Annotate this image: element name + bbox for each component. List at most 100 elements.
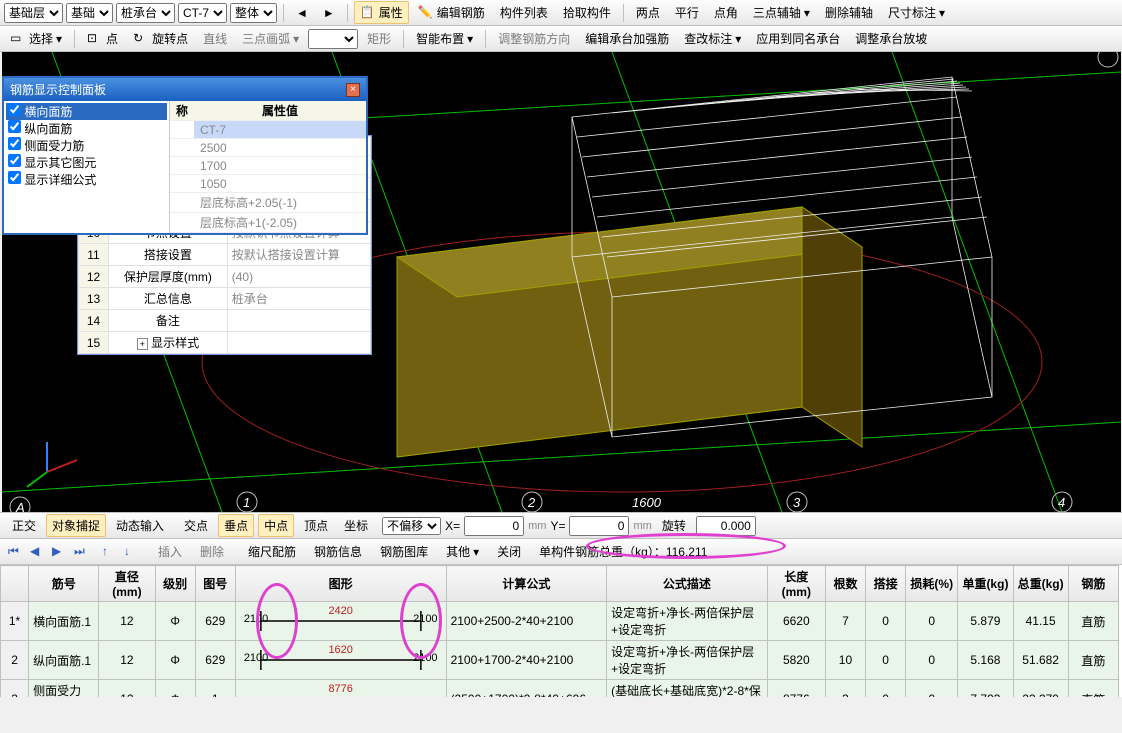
point-angle-button[interactable]: 点角: [708, 1, 744, 24]
prop-value: 1700: [194, 157, 366, 175]
component-list-button[interactable]: 构件列表: [494, 1, 554, 24]
smart-place-button[interactable]: 智能布置▾: [410, 27, 479, 50]
results-row[interactable]: 1*横向面筋.112Φ6292100242021002100+2500-2*40…: [1, 602, 1119, 641]
nav-left-icon[interactable]: ◄: [290, 3, 314, 23]
nav-down-icon[interactable]: ↓: [124, 544, 140, 560]
results-header[interactable]: 公式描述: [607, 566, 768, 602]
rebar-lib-button[interactable]: 钢筋图库: [374, 540, 434, 563]
apply-same-cap-button[interactable]: 应用到同名承台: [750, 27, 846, 50]
point-icon: ⊡: [87, 31, 103, 47]
dimension-button[interactable]: 尺寸标注▾: [882, 1, 951, 24]
intersection-toggle[interactable]: 交点: [178, 514, 214, 537]
arc3-button[interactable]: 三点画弧▾: [236, 27, 305, 50]
instance-select[interactable]: CT-7: [178, 3, 227, 23]
view-select[interactable]: 整体: [230, 3, 277, 23]
arc-options[interactable]: [308, 29, 358, 49]
nav-last-icon[interactable]: ⏭: [74, 544, 90, 560]
rotate-toggle[interactable]: 旋转: [656, 514, 692, 537]
ortho-toggle[interactable]: 正交: [6, 514, 42, 537]
svg-text:1: 1: [243, 495, 250, 510]
rebar-check[interactable]: 显示其它图元: [6, 154, 167, 171]
adjust-cap-slope-button[interactable]: 调整承台放坡: [849, 27, 933, 50]
nav-up-icon[interactable]: ↑: [102, 544, 118, 560]
rect-button[interactable]: 矩形: [361, 27, 397, 50]
check-annotation-button[interactable]: 查改标注▾: [678, 27, 747, 50]
results-header[interactable]: 直径(mm): [99, 566, 155, 602]
rotate-input[interactable]: [696, 516, 756, 536]
close-icon[interactable]: ×: [346, 83, 360, 97]
rebar-results-panel[interactable]: 筋号直径(mm)级别图号图形计算公式公式描述长度(mm)根数搭接损耗(%)单重(…: [0, 564, 1122, 697]
category-select[interactable]: 基础: [66, 3, 113, 23]
properties-button[interactable]: 📋属性: [354, 1, 409, 24]
coord-toggle[interactable]: 坐标: [338, 514, 374, 537]
results-header[interactable]: 总重(kg): [1013, 566, 1068, 602]
two-point-button[interactable]: 两点: [630, 1, 666, 24]
nav-first-icon[interactable]: ⏮: [8, 544, 24, 560]
properties-icon: 📋: [360, 5, 376, 21]
osnap-toggle[interactable]: 对象捕捉: [46, 514, 106, 537]
property-row[interactable]: 11搭接设置按默认搭接设置计算: [79, 244, 371, 266]
results-header[interactable]: 计算公式: [446, 566, 607, 602]
property-row[interactable]: 12保护层厚度(mm)(40): [79, 266, 371, 288]
property-row[interactable]: 15+ 显示样式: [79, 332, 371, 354]
rebar-check[interactable]: 显示详细公式: [6, 171, 167, 188]
adjust-rebar-dir-button[interactable]: 调整钢筋方向: [492, 27, 576, 50]
three-point-aux-button[interactable]: 三点辅轴▾: [747, 1, 816, 24]
point-button[interactable]: ⊡点: [81, 27, 124, 50]
rebar-check[interactable]: 纵向面筋: [6, 120, 167, 137]
edit-cap-rebar-button[interactable]: 编辑承台加强筋: [579, 27, 675, 50]
nav-prev-icon[interactable]: ◀: [30, 544, 46, 560]
results-header[interactable]: 根数: [825, 566, 865, 602]
rebar-checkbox-list: 横向面筋 纵向面筋 侧面受力筋 显示其它图元 显示详细公式: [4, 101, 170, 233]
component-select[interactable]: 桩承台: [116, 3, 175, 23]
offset-mode-select[interactable]: 不偏移: [382, 517, 441, 535]
prop-value: 层底标高+2.05(-1): [194, 193, 366, 213]
midpoint-toggle[interactable]: 中点: [258, 514, 294, 537]
rotate-point-button[interactable]: ↻旋转点: [127, 27, 194, 50]
select-button[interactable]: ▭选择▾: [4, 27, 68, 50]
results-header[interactable]: 筋号: [29, 566, 99, 602]
y-input[interactable]: [569, 516, 629, 536]
property-row[interactable]: 14备注: [79, 310, 371, 332]
scale-rebar-button[interactable]: 缩尺配筋: [242, 540, 302, 563]
rebar-display-control-panel: 钢筋显示控制面板 × 横向面筋 纵向面筋 侧面受力筋 显示其它图元 显示详细公式…: [2, 76, 368, 235]
nav-next-icon[interactable]: ▶: [52, 544, 68, 560]
results-row[interactable]: 2纵向面筋.112Φ6292100162021002100+1700-2*40+…: [1, 641, 1119, 680]
parallel-button[interactable]: 平行: [669, 1, 705, 24]
delete-aux-button[interactable]: 删除辅轴: [819, 1, 879, 24]
snap-statusbar: 正交 对象捕捉 动态输入 交点 垂点 中点 顶点 坐标 不偏移 X= mm Y=…: [0, 512, 1122, 538]
results-header[interactable]: 损耗(%): [906, 566, 958, 602]
line-button[interactable]: 直线: [197, 27, 233, 50]
pick-component-button[interactable]: 拾取构件: [557, 1, 617, 24]
rebar-check[interactable]: 侧面受力筋: [6, 137, 167, 154]
layer-select[interactable]: 基础层: [4, 3, 63, 23]
edit-rebar-button[interactable]: ✏️编辑钢筋: [412, 1, 491, 24]
x-input[interactable]: [464, 516, 524, 536]
results-header[interactable]: [1, 566, 29, 602]
results-header[interactable]: 级别: [155, 566, 195, 602]
results-header[interactable]: 图形: [235, 566, 446, 602]
results-header[interactable]: 长度(mm): [767, 566, 825, 602]
results-header[interactable]: 钢筋: [1068, 566, 1118, 602]
delete-button[interactable]: 删除: [194, 540, 230, 563]
rebar-info-button[interactable]: 钢筋信息: [308, 540, 368, 563]
property-row[interactable]: 13汇总信息桩承台: [79, 288, 371, 310]
other-button[interactable]: 其他▾: [440, 540, 485, 563]
svg-text:4: 4: [1058, 495, 1065, 510]
nav-right-icon[interactable]: ►: [317, 3, 341, 23]
panel-titlebar[interactable]: 钢筋显示控制面板 ×: [4, 78, 366, 101]
vertex-toggle[interactable]: 顶点: [298, 514, 334, 537]
results-header[interactable]: 搭接: [866, 566, 906, 602]
results-header[interactable]: 图号: [195, 566, 235, 602]
insert-button[interactable]: 插入: [152, 540, 188, 563]
dyn-input-toggle[interactable]: 动态输入: [110, 514, 170, 537]
y-label: Y=: [550, 519, 565, 533]
close-button[interactable]: 关闭: [491, 540, 527, 563]
results-row[interactable]: 3侧面受力筋.112Φ18776(2500+1700)*2-8*40+696(基…: [1, 680, 1119, 698]
x-label: X=: [445, 519, 460, 533]
perp-toggle[interactable]: 垂点: [218, 514, 254, 537]
results-header[interactable]: 单重(kg): [958, 566, 1013, 602]
svg-text:2: 2: [527, 495, 536, 510]
prop-value: CT-7: [194, 121, 366, 139]
rebar-check[interactable]: 横向面筋: [6, 103, 167, 120]
